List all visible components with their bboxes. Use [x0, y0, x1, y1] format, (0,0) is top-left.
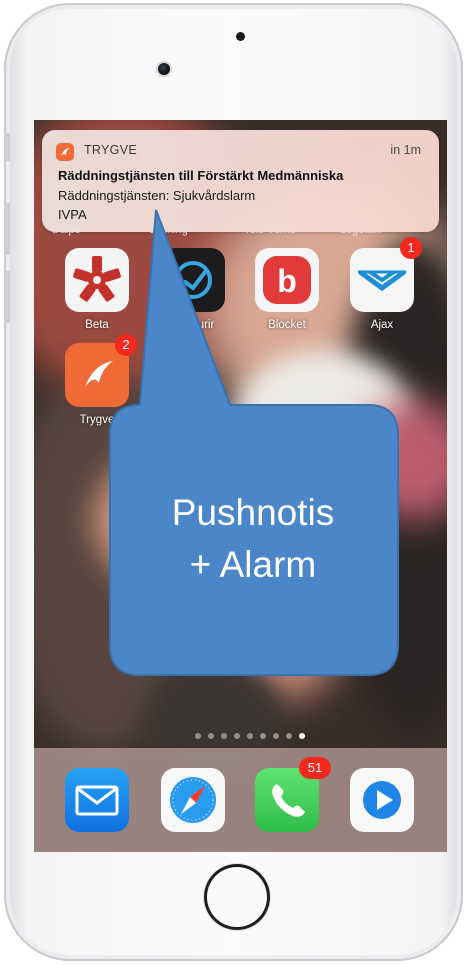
app-label-blocket: Blocket: [268, 319, 306, 331]
dock-mail[interactable]: [65, 768, 129, 832]
ajax-badge: 1: [400, 237, 422, 259]
page-dot: [246, 733, 253, 739]
phone-badge: 51: [299, 757, 331, 779]
app-blocket[interactable]: b: [255, 248, 319, 312]
page-dot: [207, 733, 214, 739]
svg-text:b: b: [277, 263, 297, 299]
callout-line2: + Alarm: [189, 544, 317, 585]
notification-body: IVPA: [58, 207, 87, 222]
front-camera: [158, 63, 170, 75]
page-dot: [272, 733, 279, 739]
dock-video[interactable]: [350, 768, 414, 832]
app-label-beta: Beta: [85, 319, 109, 331]
app-label-kurir: urir: [197, 319, 215, 331]
home-button[interactable]: [204, 864, 270, 930]
screen: Daipo Uesking Tele Verne Logotaxi Beta u…: [34, 120, 447, 852]
dock: 51: [34, 748, 447, 852]
page-dot: [298, 733, 305, 739]
kurir-arrow-icon: [174, 261, 212, 299]
blocket-b-icon: b: [263, 256, 311, 304]
mail-envelope-icon: [75, 785, 119, 816]
volume-up-button: [4, 203, 10, 255]
page-dot: [259, 733, 266, 739]
app-beta[interactable]: [65, 248, 129, 312]
callout-line1: Pushnotis: [171, 492, 335, 533]
beta-asterisk-icon: [73, 256, 121, 302]
trygve-logo-icon: [56, 143, 74, 161]
notification-time: in 1m: [390, 143, 421, 157]
notification-title: Räddningstjänsten till Förstärkt Medmänn…: [58, 168, 344, 183]
proximity-sensor: [236, 32, 245, 41]
page-indicator[interactable]: [34, 733, 447, 739]
page-dot: [194, 733, 201, 739]
app-label-trygve: Trygve: [79, 414, 115, 426]
callout-text: Pushnotis + Alarm: [110, 487, 396, 591]
app-kurir[interactable]: [161, 248, 225, 312]
mute-switch: [4, 133, 10, 161]
page-dot: [285, 733, 292, 739]
notification-body: Räddningstjänsten: Sjukvårdslarm: [58, 188, 256, 203]
trygve-badge: 2: [115, 334, 137, 356]
play-icon: [363, 781, 401, 819]
ajax-chevron-icon: [358, 269, 406, 292]
app-ajax[interactable]: [350, 248, 414, 312]
notification-app-name: TRYGVE: [84, 143, 137, 157]
page-dot: [233, 733, 240, 739]
dock-safari[interactable]: [161, 768, 225, 832]
page-dot: [220, 733, 227, 739]
volume-down-button: [4, 271, 10, 323]
app-label-ajax: Ajax: [370, 319, 394, 331]
push-notification[interactable]: TRYGVE in 1m Räddningstjänsten till Förs…: [42, 130, 439, 232]
safari-compass-icon: [170, 777, 216, 823]
